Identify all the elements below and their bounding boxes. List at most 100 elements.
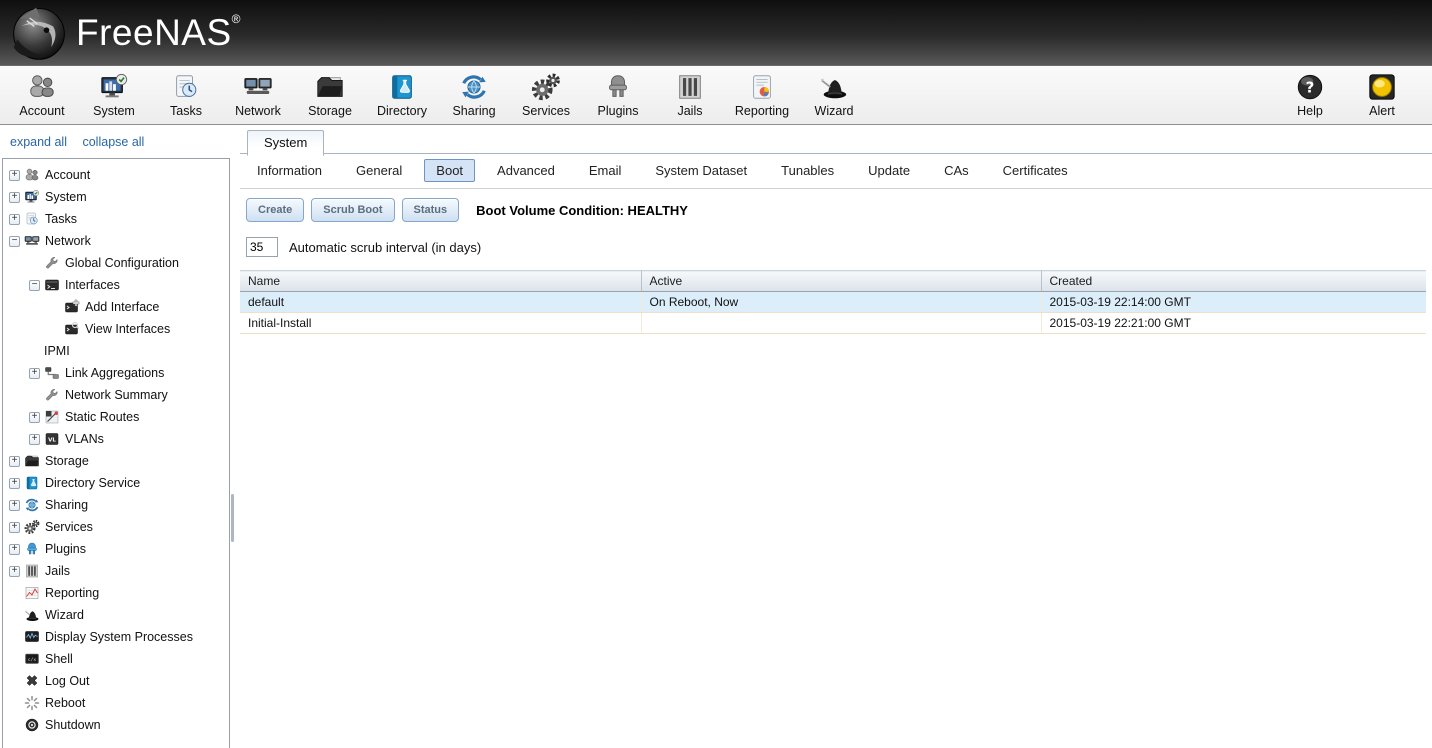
sidebar-scrollbar[interactable] [231,494,234,542]
subtab-update[interactable]: Update [856,159,922,182]
cell-created: 2015-03-19 22:21:00 GMT [1041,313,1426,334]
wizard-icon [24,607,41,623]
toolbar-item-storage[interactable]: Storage [299,71,361,118]
tree-toggle-expand-icon[interactable]: + [9,500,20,511]
tree-toggle-expand-icon[interactable]: + [9,456,20,467]
table-row-default[interactable]: defaultOn Reboot, Now2015-03-19 22:14:00… [240,292,1426,313]
sidebar-item-reporting[interactable]: Reporting [3,582,229,604]
toolbar-item-services[interactable]: Services [515,71,577,118]
sidebar-item-vlans[interactable]: +VLVLANs [3,428,229,450]
tab-system[interactable]: System [247,130,324,156]
sidebar-item-add-interface[interactable]: Add Interface [3,296,229,318]
tree-toggle-expand-icon[interactable]: + [29,412,40,423]
account-icon [24,167,41,183]
scrub-interval-input[interactable] [246,237,278,257]
collapse-all-link[interactable]: collapse all [82,135,144,149]
tree-toggle-collapse-icon[interactable]: − [9,236,20,247]
sidebar-item-shell[interactable]: c/xShell [3,648,229,670]
tree-toggle-collapse-icon[interactable]: − [29,280,40,291]
subtab-certificates[interactable]: Certificates [991,159,1080,182]
subtab-tunables[interactable]: Tunables [769,159,846,182]
sidebar-item-display-system-processes[interactable]: Display System Processes [3,626,229,648]
sidebar-item-link-aggregations[interactable]: +Link Aggregations [3,362,229,384]
system-icon [24,189,41,205]
toolbar-item-network[interactable]: Network [227,71,289,118]
sidebar-item-shutdown[interactable]: Shutdown [3,714,229,736]
sidebar-item-jails[interactable]: +Jails [3,560,229,582]
toolbar-item-system[interactable]: System [83,71,145,118]
status-button[interactable]: Status [402,198,460,222]
column-header-active[interactable]: Active [641,271,1041,292]
subtab-cas[interactable]: CAs [932,159,981,182]
toolbar-item-account[interactable]: Account [11,71,73,118]
toolbar-item-jails[interactable]: Jails [659,71,721,118]
sidebar-item-account[interactable]: +Account [3,164,229,186]
sidebar-item-directory-service[interactable]: +Directory Service [3,472,229,494]
subtab-general[interactable]: General [344,159,414,182]
tree-toggle-expand-icon[interactable]: + [9,566,20,577]
network-icon [243,71,273,103]
sharing-icon [459,71,489,103]
subtab-email[interactable]: Email [577,159,634,182]
nav-tree: +Account+System+Tasks−NetworkGlobal Conf… [2,158,230,748]
sidebar-item-static-routes[interactable]: +Static Routes [3,406,229,428]
toolbar-item-directory[interactable]: Directory [371,71,433,118]
tree-toggle-expand-icon[interactable]: + [9,170,20,181]
table-row-initial-install[interactable]: Initial-Install2015-03-19 22:21:00 GMT [240,313,1426,334]
subtab-advanced[interactable]: Advanced [485,159,567,182]
sidebar-item-ipmi[interactable]: IPMI [3,340,229,362]
sidebar-item-tasks[interactable]: + Tasks [3,208,229,230]
cell-name: default [240,292,641,313]
sidebar-item-storage[interactable]: + Storage [3,450,229,472]
tree-toggle-expand-icon[interactable]: + [9,192,20,203]
wrench-icon [44,387,61,403]
toolbar-item-label: Alert [1369,104,1395,118]
freenas-shark-icon [8,2,70,64]
tree-toggle-expand-icon[interactable]: + [29,368,40,379]
toolbar-item-sharing[interactable]: Sharing [443,71,505,118]
sidebar-item-sharing[interactable]: + Sharing [3,494,229,516]
sidebar-item-view-interfaces[interactable]: View Interfaces [3,318,229,340]
sidebar-item-log-out[interactable]: Log Out [3,670,229,692]
toolbar-item-plugins[interactable]: Plugins [587,71,649,118]
scrub-boot-button[interactable]: Scrub Boot [311,198,394,222]
toolbar-item-wizard[interactable]: Wizard [803,71,865,118]
expand-all-link[interactable]: expand all [10,135,67,149]
tree-toggle-expand-icon[interactable]: + [29,434,40,445]
services-icon [531,71,561,103]
toolbar-item-label: Tasks [170,104,202,118]
sidebar-item-network-summary[interactable]: Network Summary [3,384,229,406]
column-header-created[interactable]: Created [1041,271,1426,292]
sidebar-item-label: IPMI [44,344,70,358]
sidebar-item-interfaces[interactable]: −Interfaces [3,274,229,296]
sidebar-item-label: Sharing [45,498,88,512]
subtab-system-dataset[interactable]: System Dataset [643,159,759,182]
subtab-information[interactable]: Information [245,159,334,182]
freenas-logo: FreeNAS® [8,2,241,64]
vlan-icon: VL [44,431,61,447]
column-header-name[interactable]: Name [240,271,641,292]
sidebar-item-label: Storage [45,454,89,468]
tasks-icon [171,71,201,103]
sidebar-item-reboot[interactable]: Reboot [3,692,229,714]
sidebar-item-services[interactable]: +Services [3,516,229,538]
sidebar-item-system[interactable]: +System [3,186,229,208]
sidebar-item-wizard[interactable]: Wizard [3,604,229,626]
toolbar-item-help[interactable]: ?Help [1279,71,1341,118]
sidebar-item-label: Tasks [45,212,77,226]
tree-toggle-expand-icon[interactable]: + [9,478,20,489]
toolbar-item-alert[interactable]: Alert [1351,71,1413,118]
toolbar-left-group: Account System Tasks NetworkStorageDirector… [0,66,870,118]
sidebar-item-label: Plugins [45,542,86,556]
tree-toggle-expand-icon[interactable]: + [9,214,20,225]
sidebar-item-global-configuration[interactable]: Global Configuration [3,252,229,274]
toolbar-item-tasks[interactable]: Tasks [155,71,217,118]
sidebar-item-plugins[interactable]: + Plugins [3,538,229,560]
toolbar-item-label: Account [19,104,64,118]
create-button[interactable]: Create [246,198,304,222]
tree-toggle-expand-icon[interactable]: + [9,544,20,555]
toolbar-item-reporting[interactable]: Reporting [731,71,793,118]
tree-toggle-expand-icon[interactable]: + [9,522,20,533]
subtab-boot[interactable]: Boot [424,159,475,182]
sidebar-item-network[interactable]: −Network [3,230,229,252]
